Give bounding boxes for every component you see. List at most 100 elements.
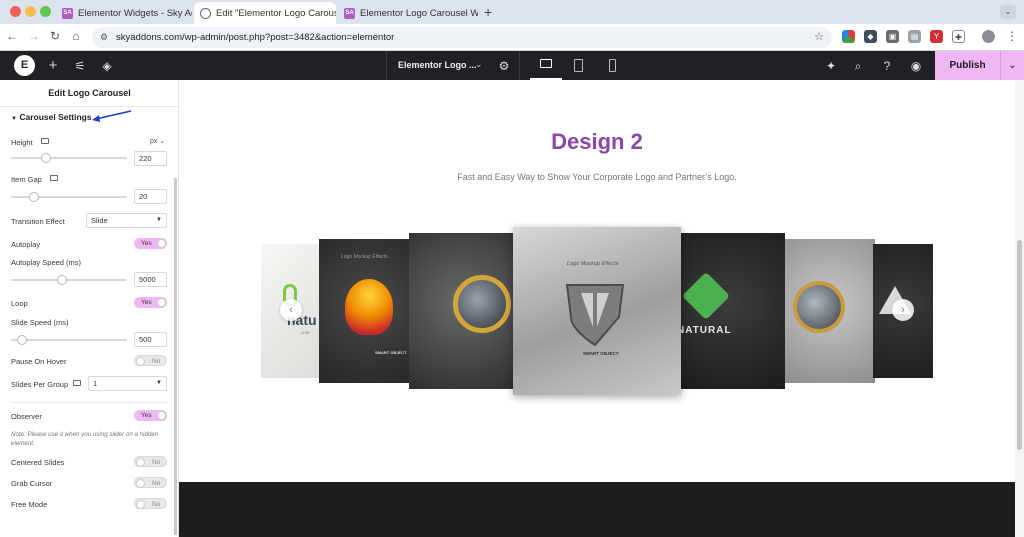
item-gap-input[interactable]: 20 <box>134 189 167 204</box>
browser-menu-icon[interactable]: ⋮ <box>1006 29 1018 43</box>
carousel-slide[interactable] <box>409 233 517 389</box>
desktop-view-button[interactable] <box>530 51 562 80</box>
loop-label: Loop <box>11 299 28 308</box>
publish-options-chevron-icon[interactable]: ⌄ <box>1000 51 1024 80</box>
document-title: Elementor Logo ... <box>398 60 477 70</box>
maximize-window-button[interactable] <box>40 6 51 17</box>
help-icon[interactable]: ? <box>878 57 896 75</box>
grab-cursor-toggle[interactable]: No <box>134 477 167 488</box>
phoenix-logo-icon <box>345 279 393 335</box>
widget-settings-panel: Edit Logo Carousel ▼ Carousel Settings H… <box>0 80 179 537</box>
item-gap-label: Item Gap <box>11 175 42 184</box>
minimize-window-button[interactable] <box>25 6 36 17</box>
tab-edit-elementor[interactable]: Edit "Elementor Logo Carous… ✕ <box>194 2 336 24</box>
chevron-down-icon: ▼ <box>156 217 162 223</box>
autoplay-speed-input[interactable]: 5000 <box>134 272 167 287</box>
carousel-prev-button[interactable]: ‹ <box>280 299 302 321</box>
height-input[interactable]: 220 <box>134 151 167 166</box>
centered-slides-toggle[interactable]: No <box>134 456 167 467</box>
home-icon[interactable]: ⌂ <box>68 29 84 43</box>
tab-sky-addons-widgets[interactable]: SA Elementor Widgets - Sky Add ✕ <box>56 2 192 24</box>
site-info-icon[interactable]: ⚙ <box>100 27 108 48</box>
url-input[interactable]: ⚙ skyaddons.com/wp-admin/post.php?post=3… <box>92 27 832 48</box>
unit-text: px <box>150 138 158 145</box>
autoplay-speed-slider-handle[interactable] <box>57 275 67 285</box>
tab-logo-carousel-widget[interactable]: SA Elementor Logo Carousel Wid… ✕ <box>338 2 478 24</box>
gold-ring-logo-icon <box>793 281 845 333</box>
observer-toggle[interactable]: Yes <box>134 410 167 421</box>
slides-per-group-select[interactable]: 1 ▼ <box>88 376 167 391</box>
carousel-settings-section-toggle[interactable]: ▼ Carousel Settings <box>11 112 92 122</box>
extension-chrome-icon[interactable] <box>842 30 855 43</box>
logo-mockup-caption: Logo Mockup Effects <box>567 261 619 267</box>
scrollbar-thumb[interactable] <box>1017 240 1022 450</box>
slide-speed-slider[interactable] <box>11 339 127 341</box>
toggle-text: Yes <box>141 240 152 247</box>
carousel-next-button[interactable]: › <box>892 299 914 321</box>
notifications-rocket-icon[interactable]: ✦ <box>822 57 840 75</box>
site-settings-sliders-icon[interactable]: ⚟ <box>71 57 89 75</box>
carousel-slide[interactable]: Logo Mockup Effects SMART OBJECT <box>319 239 419 383</box>
toggle-text: Yes <box>141 412 152 419</box>
url-text: skyaddons.com/wp-admin/post.php?post=348… <box>116 32 395 43</box>
height-unit-select[interactable]: px ⌄ <box>150 137 165 145</box>
height-slider-handle[interactable] <box>41 153 51 163</box>
preview-eye-icon[interactable]: ◉ <box>907 57 925 75</box>
close-window-button[interactable] <box>10 6 21 17</box>
canvas-scrollbar[interactable] <box>1015 80 1024 537</box>
item-gap-slider-handle[interactable] <box>29 192 39 202</box>
panel-scrollbar[interactable] <box>174 178 177 535</box>
height-slider[interactable] <box>11 157 127 159</box>
page-settings-gear-icon[interactable]: ⚙ <box>495 57 513 75</box>
transition-effect-select[interactable]: Slide ▼ <box>86 213 167 228</box>
responsive-desktop-icon[interactable] <box>73 380 81 386</box>
design-subheading: Fast and Easy Way to Show Your Corporate… <box>457 172 737 182</box>
autoplay-speed-slider[interactable] <box>11 279 127 281</box>
grab-cursor-label: Grab Cursor <box>11 479 53 488</box>
extensions-puzzle-icon[interactable]: ✚ <box>952 30 965 43</box>
toggle-knob <box>136 357 145 366</box>
tablet-view-button[interactable] <box>565 51 593 80</box>
slide-speed-slider-handle[interactable] <box>17 335 27 345</box>
extension-red-icon[interactable]: Y <box>930 30 943 43</box>
search-icon[interactable]: ⌕ <box>849 57 867 75</box>
mobile-view-button[interactable] <box>598 51 626 80</box>
publish-button[interactable]: Publish <box>935 51 1000 80</box>
logo-text: NATURAL <box>677 325 732 336</box>
back-arrow-icon[interactable]: ← <box>4 29 20 43</box>
carousel-slide[interactable] <box>785 239 875 383</box>
sky-addons-favicon-icon: SA <box>62 7 73 19</box>
section-title: Carousel Settings <box>19 112 92 122</box>
elementor-top-bar: E + ⚟ ◈ Elementor Logo ... ⌄ ⚙ ✦ ⌕ ? ◉ <box>0 51 1024 80</box>
loop-toggle[interactable]: Yes <box>134 297 167 308</box>
pause-on-hover-toggle[interactable]: No <box>134 355 167 366</box>
autoplay-toggle[interactable]: Yes <box>134 238 167 249</box>
structure-layers-icon[interactable]: ◈ <box>98 57 116 75</box>
free-mode-toggle[interactable]: No <box>134 498 167 509</box>
autoplay-label: Autoplay <box>11 240 41 249</box>
extension-image-icon[interactable]: ▤ <box>908 30 921 43</box>
responsive-desktop-icon[interactable] <box>41 138 49 144</box>
tab-search-chevron-icon[interactable]: ⌄ <box>1000 5 1016 19</box>
profile-avatar[interactable] <box>982 30 995 43</box>
carousel-slide-active[interactable]: Logo Mockup Effects SMART OBJECT <box>513 227 681 395</box>
responsive-desktop-icon[interactable] <box>50 175 58 181</box>
design-heading: Design 2 <box>551 129 643 154</box>
gold-ring-logo-icon <box>453 275 511 333</box>
autoplay-speed-label: Autoplay Speed (ms) <box>11 258 82 267</box>
forward-arrow-icon[interactable]: → <box>26 29 42 43</box>
sky-addons-favicon-icon: SA <box>344 7 355 19</box>
caret-down-icon: ▼ <box>11 116 17 122</box>
slide-speed-input[interactable]: 500 <box>134 332 167 347</box>
bookmark-star-icon[interactable]: ☆ <box>814 27 824 48</box>
extension-shield-icon[interactable]: ◆ <box>864 30 877 43</box>
mobile-icon <box>609 59 616 72</box>
new-tab-button[interactable]: + <box>484 4 492 20</box>
carousel-slide[interactable]: NATURAL <box>677 233 785 389</box>
elementor-logo-icon[interactable]: E <box>14 55 35 76</box>
extension-puzzle-box-icon[interactable]: ▣ <box>886 30 899 43</box>
add-element-icon[interactable]: + <box>44 57 62 75</box>
globe-icon <box>200 7 211 19</box>
chevron-down-icon: ▼ <box>156 380 162 386</box>
reload-icon[interactable]: ↻ <box>47 29 63 43</box>
